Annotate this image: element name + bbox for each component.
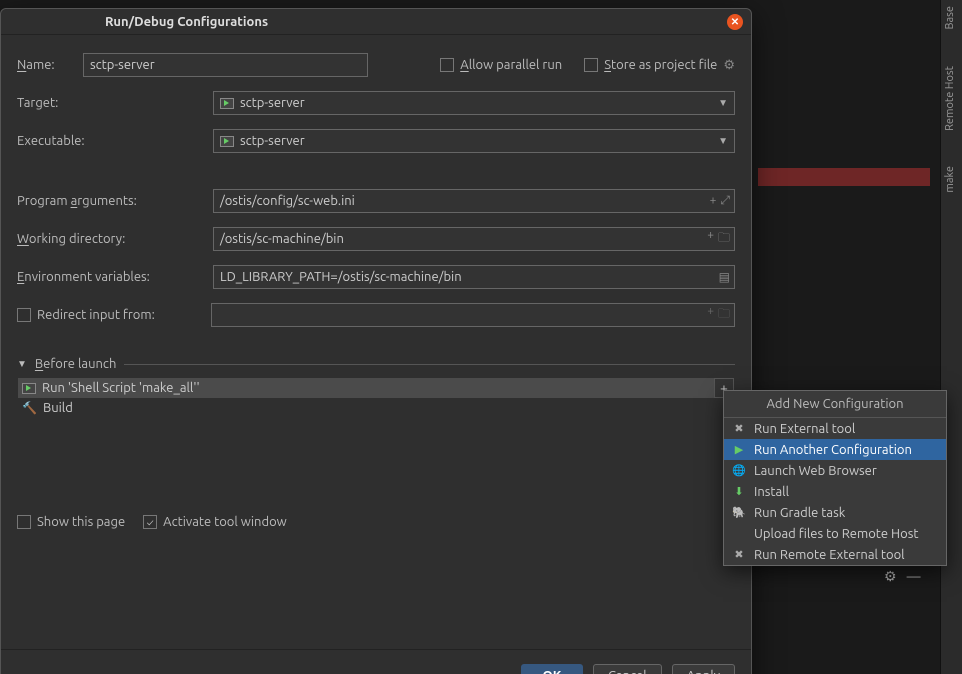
popup-item-label: Run External tool [754, 422, 855, 436]
before-launch-tasks: Run 'Shell Script 'make_all'' 🔨 Build + [17, 377, 735, 507]
popup-item-label: Run Another Configuration [754, 443, 912, 457]
popup-item-run-external-tool[interactable]: ✖ Run External tool [724, 418, 946, 439]
popup-item-label: Run Gradle task [754, 506, 845, 520]
env-input[interactable]: LD_LIBRARY_PATH=/ostis/sc-machine/bin ▤ [213, 265, 735, 289]
popup-item-install[interactable]: ⬇ Install [724, 481, 946, 502]
gear-icon[interactable]: ⚙ [884, 568, 897, 585]
store-as-project-checkbox[interactable] [584, 58, 598, 72]
tool-tab-remote-host[interactable]: Remote Host [941, 60, 959, 137]
allow-parallel-label: Allow parallel run [460, 58, 562, 72]
target-value: sctp-server [240, 96, 305, 110]
task-label: Build [43, 401, 73, 415]
executable-label: Executable: [17, 134, 213, 148]
store-as-project-label: Store as project file [604, 58, 717, 72]
folder-icon[interactable]: 🗀 [718, 305, 730, 326]
tools-icon: ✖ [732, 548, 746, 561]
before-launch-header: ▼ Before launch [17, 357, 735, 371]
task-label: Run 'Shell Script 'make_all'' [42, 381, 200, 395]
add-new-configuration-popup: Add New Configuration ✖ Run External too… [723, 390, 947, 566]
executable-combo[interactable]: sctp-server ▼ [213, 129, 735, 153]
right-tool-tabs: Base Remote Host make [940, 0, 962, 674]
insert-macro-icon[interactable]: + [707, 229, 714, 250]
allow-parallel-checkbox[interactable] [440, 58, 454, 72]
show-this-page-label: Show this page [37, 515, 125, 529]
program-args-value: /ostis/config/sc-web.ini [220, 194, 355, 208]
task-row[interactable]: Run 'Shell Script 'make_all'' [18, 378, 734, 398]
tools-icon: ✖ [732, 422, 746, 435]
activate-tool-window-label: Activate tool window [163, 515, 287, 529]
expand-icon[interactable]: ⤢ [720, 194, 730, 208]
env-label: Environment variables: [17, 270, 213, 284]
activate-tool-window-checkbox[interactable] [143, 515, 157, 529]
popup-item-label: Launch Web Browser [754, 464, 877, 478]
run-debug-dialog: Run/Debug Configurations ✕ Name: sctp-se… [0, 8, 752, 674]
popup-item-run-gradle-task[interactable]: 🐘 Run Gradle task [724, 502, 946, 523]
redirect-label: Redirect input from: [37, 308, 211, 322]
working-dir-value: /ostis/sc-machine/bin [220, 232, 344, 246]
close-icon[interactable]: ✕ [727, 14, 743, 30]
popup-title: Add New Configuration [724, 391, 946, 418]
titlebar: Run/Debug Configurations ✕ [1, 9, 751, 35]
disclosure-triangle-icon[interactable]: ▼ [17, 358, 27, 370]
redirect-input[interactable]: + 🗀 [211, 303, 735, 327]
apply-button[interactable]: Apply [672, 664, 735, 674]
name-input[interactable]: sctp-server [83, 53, 368, 77]
globe-icon: 🌐 [732, 464, 746, 477]
chevron-down-icon: ▼ [718, 97, 728, 109]
minimize-icon[interactable]: — [907, 568, 921, 585]
list-icon[interactable]: ▤ [719, 270, 730, 284]
hammer-icon: 🔨 [22, 401, 37, 415]
insert-macro-icon[interactable]: + [710, 194, 717, 208]
overlay-tools: ⚙ — [884, 568, 921, 585]
task-row[interactable]: 🔨 Build [18, 398, 734, 418]
ok-button[interactable]: OK [521, 664, 583, 674]
run-box-icon [220, 136, 234, 147]
run-box-icon [22, 383, 36, 394]
program-args-input[interactable]: /ostis/config/sc-web.ini + ⤢ [213, 189, 735, 213]
redirect-checkbox[interactable] [17, 308, 31, 322]
gear-icon[interactable]: ⚙ [723, 58, 735, 73]
target-label: Target: [17, 96, 213, 110]
insert-macro-icon[interactable]: + [707, 305, 714, 326]
env-value: LD_LIBRARY_PATH=/ostis/sc-machine/bin [220, 270, 462, 284]
error-strip [758, 168, 930, 186]
show-this-page-checkbox[interactable] [17, 515, 31, 529]
working-dir-input[interactable]: /ostis/sc-machine/bin + 🗀 [213, 227, 735, 251]
popup-item-label: Upload files to Remote Host [754, 527, 918, 541]
popup-item-upload-remote-host[interactable]: Upload files to Remote Host [724, 523, 946, 544]
tool-tab-base[interactable]: Base [941, 0, 959, 36]
target-combo[interactable]: sctp-server ▼ [213, 91, 735, 115]
popup-item-run-remote-external-tool[interactable]: ✖ Run Remote External tool [724, 544, 946, 565]
executable-value: sctp-server [240, 134, 305, 148]
download-icon: ⬇ [732, 485, 746, 498]
chevron-down-icon: ▼ [718, 135, 728, 147]
cancel-button[interactable]: Cancel [593, 664, 662, 674]
play-icon: ▶ [732, 443, 746, 456]
tool-tab-make[interactable]: make [941, 160, 959, 199]
popup-item-label: Run Remote External tool [754, 548, 905, 562]
dialog-title: Run/Debug Configurations [9, 15, 727, 29]
working-dir-label: Working directory: [17, 232, 213, 246]
dialog-buttons: OK Cancel Apply [1, 649, 751, 674]
popup-item-run-another-configuration[interactable]: ▶ Run Another Configuration [724, 439, 946, 460]
popup-item-launch-web-browser[interactable]: 🌐 Launch Web Browser [724, 460, 946, 481]
folder-icon[interactable]: 🗀 [718, 229, 730, 250]
popup-item-label: Install [754, 485, 789, 499]
gradle-icon: 🐘 [732, 506, 746, 519]
run-box-icon [220, 98, 234, 109]
program-args-label: Program arguments: [17, 194, 213, 208]
name-label: Name: [17, 58, 83, 72]
